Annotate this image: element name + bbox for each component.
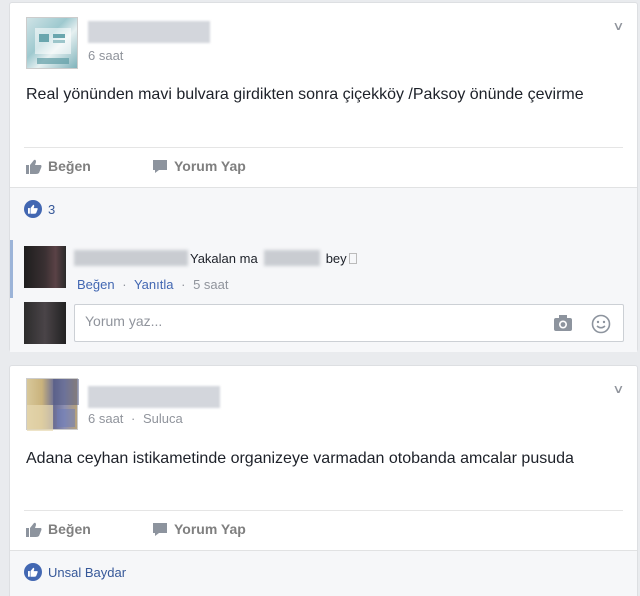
missing-glyph-box [348,252,357,264]
comments-section: 3 Yakalan ma bey Beğen · Yanıtla · 5 saa… [10,187,637,352]
comment-text: Yakalan ma bey [74,250,357,266]
like-reaction-icon [24,563,42,581]
post-time[interactable]: 6 saat [88,48,123,63]
comment-redaction [263,250,320,266]
post-time[interactable]: 6 saat [88,411,123,426]
like-label: Beğen [48,521,91,537]
avatar-image [27,379,79,431]
like-count: 3 [48,201,56,217]
comment-icon [153,159,167,173]
post-card: 6 saat ∨ Real yönünden mavi bulvara gird… [9,2,638,352]
separator: · [181,277,186,292]
post-meta: 6 saat [88,48,123,63]
comment-button[interactable]: Yorum Yap [152,158,246,174]
comment-reply-link[interactable]: Yanıtla [134,277,174,292]
comment-label: Yorum Yap [174,521,246,537]
post-action-bar: Beğen Yorum Yap [24,147,623,187]
comment-text-end: bey [325,250,347,266]
chevron-down-icon[interactable]: ∨ [612,19,624,33]
comment-input[interactable] [85,313,525,329]
camera-icon[interactable] [553,314,573,332]
avatar [24,302,66,344]
comment-icon [153,522,167,536]
avatar[interactable] [26,17,78,69]
like-reaction-icon [24,200,42,218]
post-action-bar: Beğen Yorum Yap [24,510,623,550]
author-name-redacted[interactable] [88,21,210,43]
like-button[interactable]: Beğen [26,158,91,174]
comment-label: Yorum Yap [174,158,246,174]
post-location[interactable]: Suluca [143,411,183,426]
liker-name[interactable]: Unsal Baydar [48,565,126,580]
like-button[interactable]: Beğen [26,521,91,537]
post-text: Real yönünden mavi bulvara girdikten son… [26,86,584,103]
post-card: 6 saat · Suluca ∨ Adana ceyhan istikamet… [9,365,638,596]
avatar[interactable] [26,378,79,431]
author-name-redacted[interactable] [88,386,220,408]
commenter-name-redacted[interactable] [74,250,188,266]
thumbs-up-icon [26,159,42,174]
comment-like-link[interactable]: Beğen [77,277,115,292]
likes-summary[interactable]: 3 [24,200,55,218]
chevron-down-icon[interactable]: ∨ [612,382,624,396]
comment-input-box[interactable] [74,304,624,342]
comment-highlight-bar [10,240,13,298]
likes-summary[interactable]: Unsal Baydar [24,563,126,581]
separator: · [131,411,136,426]
comments-section: Unsal Baydar [10,550,637,596]
separator: · [122,277,127,292]
emoji-icon[interactable] [591,314,611,334]
like-label: Beğen [48,158,91,174]
thumbs-up-icon [26,522,42,537]
comment-actions: Beğen · Yanıtla · 5 saat [77,277,228,292]
comment-time[interactable]: 5 saat [193,277,228,292]
comment-text-start: Yakalan ma [190,250,258,266]
avatar-image [35,28,71,64]
comment-button[interactable]: Yorum Yap [152,521,246,537]
post-meta: 6 saat · Suluca [88,411,183,426]
avatar[interactable] [24,246,66,288]
post-text: Adana ceyhan istikametinde organizeye va… [26,450,574,467]
